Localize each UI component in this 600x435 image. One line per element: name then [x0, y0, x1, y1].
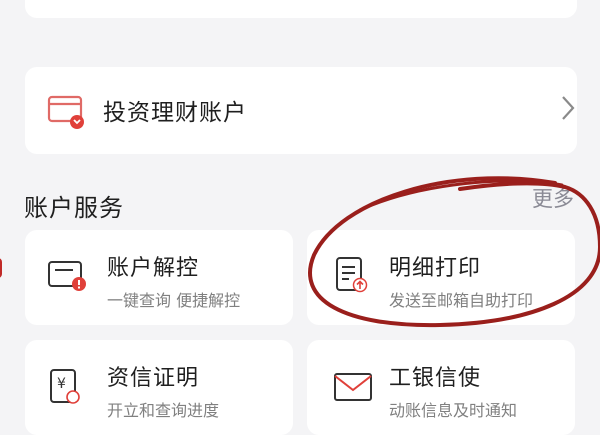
service-icbc-messenger[interactable]: 工银信使 动账信息及时通知 — [307, 340, 575, 435]
side-edge-marker — [0, 258, 2, 278]
service-account-unlock[interactable]: 账户解控 一键查询 便捷解控 — [25, 230, 293, 325]
account-services-title: 账户服务 — [24, 194, 124, 222]
service-title: 工银信使 — [389, 366, 482, 391]
more-link[interactable]: 更多 — [532, 183, 574, 213]
yuan-certificate-icon: ¥ — [45, 364, 85, 412]
service-subtitle: 开立和查询进度 — [107, 401, 220, 420]
service-subtitle: 动账信息及时通知 — [389, 401, 518, 420]
document-print-icon — [333, 254, 373, 302]
service-title: 明细打印 — [389, 256, 482, 281]
svg-text:¥: ¥ — [57, 376, 66, 392]
envelope-icon — [333, 370, 377, 408]
wallet-icon — [47, 91, 87, 135]
investment-account-row[interactable]: 投资理财账户 — [25, 67, 577, 154]
service-subtitle: 一键查询 便捷解控 — [107, 291, 241, 310]
top-card — [25, 0, 577, 18]
service-detail-print[interactable]: 明细打印 发送至邮箱自助打印 — [307, 230, 575, 325]
service-title: 账户解控 — [107, 256, 200, 281]
service-credit-certificate[interactable]: ¥ 资信证明 开立和查询进度 — [25, 340, 293, 435]
investment-account-label: 投资理财账户 — [103, 100, 247, 126]
service-title: 资信证明 — [107, 366, 200, 391]
service-subtitle: 发送至邮箱自助打印 — [389, 291, 534, 310]
card-lock-icon — [45, 254, 89, 302]
chevron-right-icon — [561, 95, 575, 125]
